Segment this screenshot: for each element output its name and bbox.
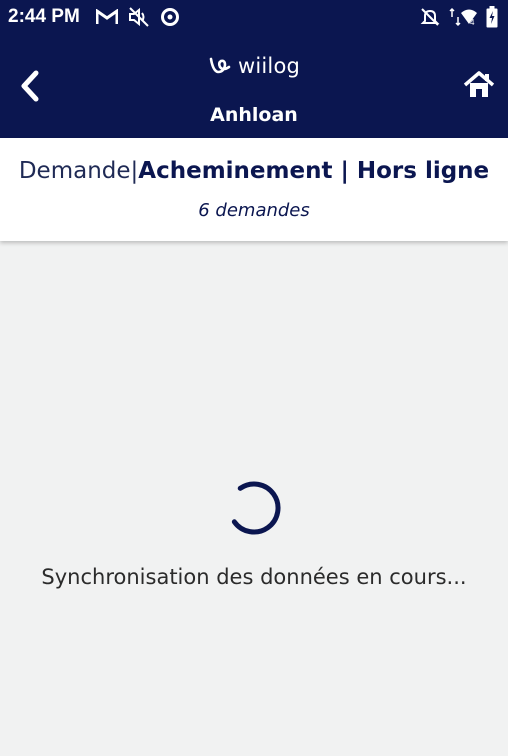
svg-text:4: 4 (470, 18, 475, 27)
brand-name: wiilog (237, 54, 301, 78)
header-title-demande: Demande (18, 158, 131, 184)
home-icon (463, 71, 495, 97)
status-time: 2:44 PM (8, 6, 80, 27)
brand-logo: wiilog (0, 54, 508, 78)
home-button[interactable] (462, 70, 496, 100)
wiilog-logo-icon (209, 57, 231, 74)
wifi-icon: 4 (448, 7, 478, 27)
header-title: Demande|Acheminement | Hors ligne (0, 158, 508, 184)
status-right: 4 (412, 6, 498, 28)
sync-message: Synchronisation des données en cours... (41, 565, 467, 589)
header-card: Demande|Acheminement | Hors ligne 6 dema… (0, 138, 508, 241)
gmail-icon (95, 9, 118, 25)
data-saver-icon (160, 7, 180, 27)
status-bar: 2:44 PM 4 (0, 0, 508, 34)
notifications-off-icon (420, 7, 440, 27)
battery-icon (486, 6, 498, 28)
top-bar: wiilog Anhloan (0, 34, 508, 138)
site-name: Anhloan (210, 104, 298, 126)
loading-spinner (226, 480, 282, 536)
mute-icon (128, 7, 150, 27)
header-subtitle: 6 demandes (198, 200, 310, 221)
status-left: 2:44 PM (8, 6, 190, 28)
header-title-acheminement: Acheminement | Hors ligne (138, 158, 490, 184)
